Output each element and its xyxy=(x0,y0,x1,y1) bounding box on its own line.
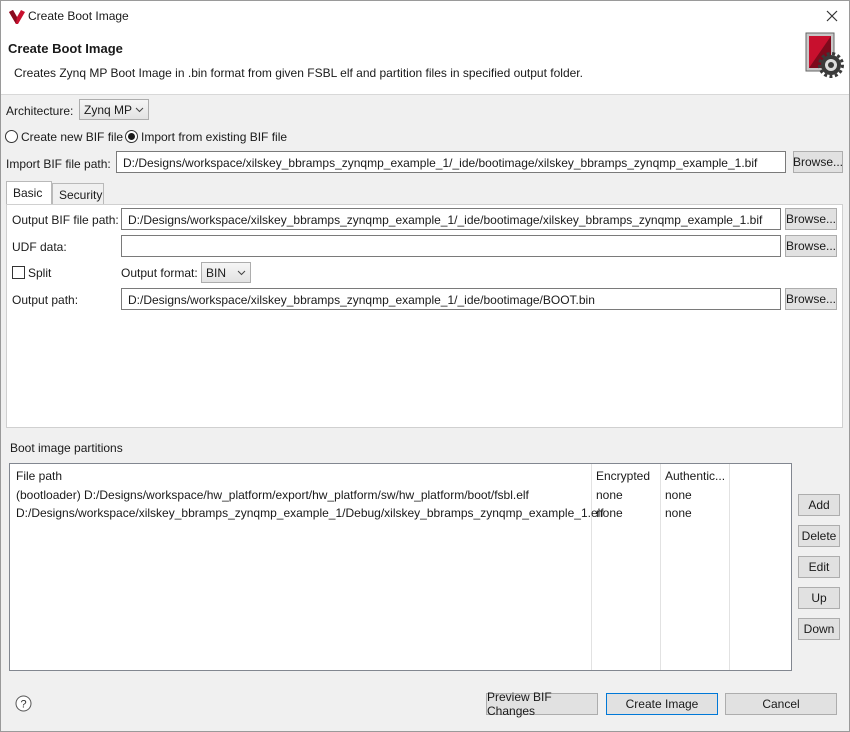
tab-basic[interactable]: Basic xyxy=(6,181,52,205)
architecture-value: Zynq MP xyxy=(84,103,133,117)
column-header-authentication[interactable]: Authentic... xyxy=(665,469,725,483)
architecture-label: Architecture: xyxy=(6,104,74,118)
import-bif-browse-button[interactable]: Browse... xyxy=(793,151,843,173)
header-description: Creates Zynq MP Boot Image in .bin forma… xyxy=(14,66,583,80)
row-encrypted: none xyxy=(596,506,623,520)
xilinx-logo-icon xyxy=(9,10,25,24)
move-up-button[interactable]: Up xyxy=(798,587,840,609)
title-bar: Create Boot Image xyxy=(1,1,849,32)
import-bif-label[interactable]: Import from existing BIF file xyxy=(141,130,287,144)
preview-bif-changes-button[interactable]: Preview BIF Changes xyxy=(486,690,598,718)
help-icon[interactable]: ? xyxy=(15,695,32,712)
move-down-button[interactable]: Down xyxy=(798,618,840,640)
header-title: Create Boot Image xyxy=(8,41,123,56)
cancel-button[interactable]: Cancel xyxy=(725,693,837,715)
architecture-select[interactable]: Zynq MP xyxy=(79,99,149,120)
split-checkbox[interactable] xyxy=(12,266,25,279)
help-glyph: ? xyxy=(20,699,26,711)
row-authentication: none xyxy=(665,506,692,520)
window-title: Create Boot Image xyxy=(28,9,129,23)
create-new-bif-label[interactable]: Create new BIF file xyxy=(21,130,123,144)
output-path-browse-button[interactable]: Browse... xyxy=(785,288,837,310)
add-partition-button[interactable]: Add xyxy=(798,494,840,516)
edit-partition-button[interactable]: Edit xyxy=(798,556,840,578)
create-boot-image-dialog: Create Boot Image Create Boot Image Crea… xyxy=(0,0,850,732)
import-bif-path-input[interactable]: D:/Designs/workspace/xilskey_bbramps_zyn… xyxy=(116,151,786,173)
output-path-label: Output path: xyxy=(12,293,79,307)
output-format-select[interactable]: BIN xyxy=(201,262,251,283)
output-bif-path-label: Output BIF file path: xyxy=(12,213,119,227)
output-format-value: BIN xyxy=(206,266,227,280)
row-file-path: (bootloader) D:/Designs/workspace/hw_pla… xyxy=(16,488,529,502)
output-bif-path-input[interactable]: D:/Designs/workspace/xilskey_bbramps_zyn… xyxy=(121,208,781,230)
row-file-path: D:/Designs/workspace/xilskey_bbramps_zyn… xyxy=(16,506,604,520)
row-encrypted: none xyxy=(596,488,623,502)
chevron-down-icon xyxy=(135,107,144,113)
chevron-down-icon xyxy=(237,270,246,276)
udf-data-browse-button[interactable]: Browse... xyxy=(785,235,837,257)
output-format-label: Output format: xyxy=(121,266,198,280)
tab-security[interactable]: Security xyxy=(52,183,104,205)
create-new-bif-radio[interactable] xyxy=(5,130,18,143)
close-button[interactable] xyxy=(821,5,843,27)
import-bif-path-label: Import BIF file path: xyxy=(6,157,111,171)
partitions-table[interactable]: File path Encrypted Authentic... (bootlo… xyxy=(9,463,792,671)
output-path-input[interactable]: D:/Designs/workspace/xilskey_bbramps_zyn… xyxy=(121,288,781,310)
close-icon xyxy=(826,10,838,22)
dialog-header: Create Boot Image Creates Zynq MP Boot I… xyxy=(1,32,849,95)
output-bif-browse-button[interactable]: Browse... xyxy=(785,208,837,230)
column-header-file-path[interactable]: File path xyxy=(16,469,62,483)
udf-data-input[interactable] xyxy=(121,235,781,257)
split-label[interactable]: Split xyxy=(28,266,51,280)
column-header-encrypted[interactable]: Encrypted xyxy=(596,469,650,483)
create-image-button[interactable]: Create Image xyxy=(606,693,718,715)
row-authentication: none xyxy=(665,488,692,502)
import-bif-radio[interactable] xyxy=(125,130,138,143)
udf-data-label: UDF data: xyxy=(12,240,67,254)
delete-partition-button[interactable]: Delete xyxy=(798,525,840,547)
boot-image-partitions-label: Boot image partitions xyxy=(10,441,123,455)
boot-image-gear-icon xyxy=(805,32,844,78)
